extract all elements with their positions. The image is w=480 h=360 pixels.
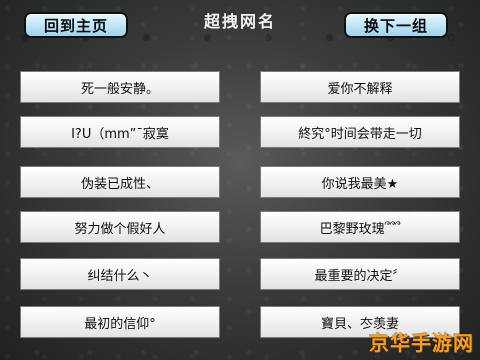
name-item[interactable]: 伪装已成性、 [20, 166, 220, 198]
name-item[interactable]: 終究°时间会带走一切 [260, 116, 460, 148]
name-grid: 死一般安静。 I?U（mm”¯寂寞 伪装已成性、 努力做个假好人 纠结什么丶 最… [0, 0, 480, 360]
name-item[interactable]: I?U（mm”¯寂寞 [20, 116, 220, 148]
name-item[interactable]: 爱你不解释 [260, 71, 460, 103]
name-item[interactable]: 最初的信仰° [20, 306, 220, 338]
name-item[interactable]: 你说我最美★ [260, 166, 460, 198]
name-item[interactable]: 努力做个假好人 [20, 211, 220, 243]
name-item[interactable]: 死一般安静。 [20, 71, 220, 103]
name-item[interactable]: 纠结什么丶 [20, 258, 220, 290]
name-item[interactable]: 巴黎野玫瑰՞՞՞ [260, 211, 460, 243]
site-watermark: 京华手游网 [369, 331, 474, 355]
name-item[interactable]: 最重要的决定〞 [260, 258, 460, 290]
